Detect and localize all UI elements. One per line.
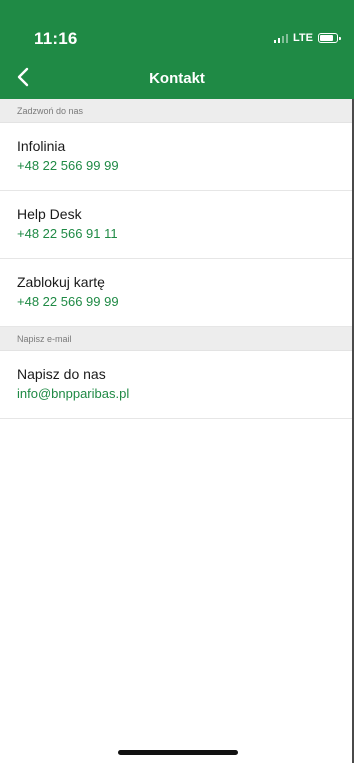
email-link[interactable]: info@bnpparibas.pl [17,385,337,403]
contact-row-email[interactable]: Napisz do nas info@bnpparibas.pl [0,351,354,419]
contact-title: Napisz do nas [17,366,106,382]
signal-icon [273,33,289,43]
app-header: 11:16 LTE Kontakt [0,0,354,99]
contact-title: Zablokuj kartę [17,274,105,290]
section-header-phone: Zadzwoń do nas [0,99,354,123]
home-indicator[interactable] [118,750,238,755]
contact-title: Help Desk [17,206,82,222]
phone-number-link[interactable]: +48 22 566 99 99 [17,157,337,175]
status-indicators: LTE [273,32,341,44]
battery-icon [318,33,341,43]
section-header-email: Napisz e-mail [0,327,354,351]
phone-number-link[interactable]: +48 22 566 99 99 [17,293,337,311]
contact-row-block-card[interactable]: Zablokuj kartę +48 22 566 99 99 [0,259,354,327]
network-type: LTE [293,32,313,44]
phone-number-link[interactable]: +48 22 566 91 11 [17,225,337,243]
contact-title: Infolinia [17,138,66,154]
contact-screen: 11:16 LTE Kontakt Zadzwoń do nas Infolin… [0,0,354,763]
contact-list: Zadzwoń do nas Infolinia +48 22 566 99 9… [0,99,354,419]
page-title: Kontakt [149,70,205,87]
contact-row-infolinia[interactable]: Infolinia +48 22 566 99 99 [0,123,354,191]
status-time: 11:16 [34,29,78,48]
contact-row-help-desk[interactable]: Help Desk +48 22 566 91 11 [0,191,354,259]
